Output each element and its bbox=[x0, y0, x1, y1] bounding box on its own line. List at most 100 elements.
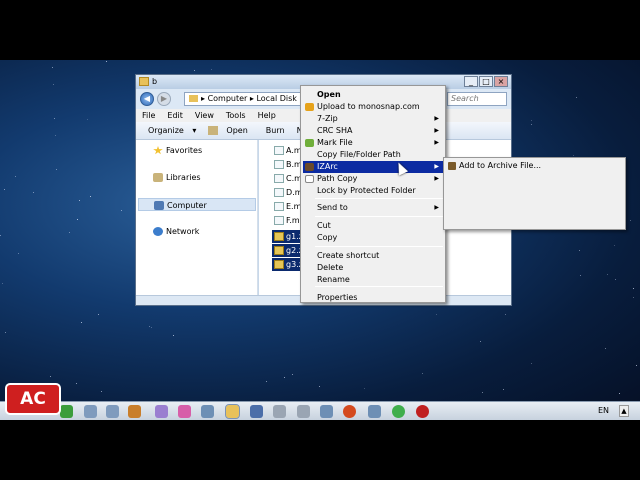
organize-button[interactable]: Organize ▾ bbox=[136, 126, 202, 135]
libraries-icon bbox=[153, 173, 163, 182]
taskbar-app-icon[interactable] bbox=[297, 405, 310, 418]
menu-edit[interactable]: Edit bbox=[161, 109, 189, 122]
context-item-label: Path Copy bbox=[317, 174, 358, 183]
menu-separator bbox=[315, 198, 443, 199]
file-item[interactable]: E.m bbox=[272, 200, 301, 213]
taskbar-app-icon[interactable] bbox=[60, 405, 73, 418]
izarc-submenu: Add to Archive File... bbox=[443, 157, 626, 230]
context-item-izarc[interactable]: IZArc ▶ bbox=[303, 161, 443, 173]
star-decoration bbox=[480, 341, 481, 342]
channel-logo: AC bbox=[5, 383, 61, 415]
file-item[interactable]: C.m bbox=[272, 172, 302, 185]
context-item-path-copy[interactable]: Path Copy ▶ bbox=[303, 173, 443, 185]
star-decoration bbox=[615, 279, 616, 280]
nav-label: Favorites bbox=[166, 146, 203, 155]
star-decoration bbox=[54, 118, 55, 119]
context-item-copy[interactable]: Copy bbox=[303, 232, 443, 244]
nav-item-favorites[interactable]: Favorites bbox=[138, 144, 256, 157]
submenu-arrow-icon: ▶ bbox=[434, 175, 439, 182]
star-decoration bbox=[576, 97, 577, 98]
context-item-send-to[interactable]: Send to ▶ bbox=[303, 202, 443, 214]
taskbar-app-icon[interactable] bbox=[84, 405, 97, 418]
star-decoration bbox=[15, 176, 16, 177]
context-item-delete[interactable]: Delete bbox=[303, 262, 443, 274]
star-decoration bbox=[81, 322, 82, 323]
menu-separator bbox=[315, 216, 443, 217]
context-item-mark-file[interactable]: Mark File ▶ bbox=[303, 137, 443, 149]
context-item-open[interactable]: Open bbox=[303, 89, 443, 101]
context-item-cut[interactable]: Cut bbox=[303, 220, 443, 232]
star-decoration bbox=[98, 314, 99, 315]
star-decoration bbox=[50, 376, 51, 377]
star-decoration bbox=[211, 69, 212, 70]
language-indicator[interactable]: EN bbox=[598, 406, 609, 415]
file-item[interactable]: A.m bbox=[272, 144, 302, 157]
media-file-icon bbox=[274, 146, 284, 155]
taskbar-app-icon[interactable] bbox=[273, 405, 286, 418]
taskbar-app-icon[interactable] bbox=[416, 405, 429, 418]
star-decoration bbox=[151, 327, 152, 328]
context-item-rename[interactable]: Rename bbox=[303, 274, 443, 286]
taskbar-app-icon[interactable] bbox=[201, 405, 214, 418]
submenu-arrow-icon: ▶ bbox=[434, 115, 439, 122]
star-decoration bbox=[5, 332, 6, 333]
media-file-icon bbox=[274, 188, 284, 197]
menu-help[interactable]: Help bbox=[252, 109, 282, 122]
organize-label: Organize bbox=[148, 126, 184, 135]
nav-item-computer[interactable]: Computer bbox=[138, 198, 256, 211]
context-item-lock-by-protected-folder[interactable]: Lock by Protected Folder bbox=[303, 185, 443, 197]
back-button[interactable]: ◀ bbox=[140, 92, 154, 106]
context-item-label: Lock by Protected Folder bbox=[317, 186, 416, 195]
context-item-label: Cut bbox=[317, 221, 331, 230]
context-item-crc-sha[interactable]: CRC SHA ▶ bbox=[303, 125, 443, 137]
forward-button[interactable]: ▶ bbox=[157, 92, 171, 106]
star-decoration bbox=[580, 275, 581, 276]
star-decoration bbox=[33, 192, 34, 193]
menu-tools[interactable]: Tools bbox=[220, 109, 252, 122]
menu-view[interactable]: View bbox=[189, 109, 220, 122]
taskbar: EN ▲ bbox=[0, 401, 640, 420]
navigation-pane: Favorites Libraries Computer Network bbox=[136, 140, 258, 295]
context-item-label: Delete bbox=[317, 263, 344, 272]
file-name: F.m bbox=[286, 216, 300, 225]
taskbar-app-icon[interactable] bbox=[178, 405, 191, 418]
open-button[interactable]: Open bbox=[202, 126, 259, 135]
izarc-icon bbox=[305, 163, 314, 171]
file-item[interactable]: D.m bbox=[272, 186, 303, 199]
context-item-create-shortcut[interactable]: Create shortcut bbox=[303, 250, 443, 262]
star-decoration bbox=[194, 70, 195, 71]
context-item-upload-to-monosnap-com[interactable]: Upload to monosnap.com bbox=[303, 101, 443, 113]
taskbar-app-icon[interactable] bbox=[343, 405, 356, 418]
taskbar-app-icon[interactable] bbox=[106, 405, 119, 418]
taskbar-app-icon[interactable] bbox=[392, 405, 405, 418]
minimize-button[interactable]: _ bbox=[464, 76, 478, 87]
window-title: b bbox=[152, 77, 158, 86]
submenu-arrow-icon: ▶ bbox=[434, 127, 439, 134]
address-input[interactable]: ▸ Computer ▸ Local Disk bbox=[184, 92, 304, 106]
close-button[interactable]: × bbox=[494, 76, 508, 87]
burn-button[interactable]: Burn bbox=[260, 126, 291, 135]
file-item[interactable]: F.m bbox=[272, 214, 300, 227]
tray-expand-icon[interactable]: ▲ bbox=[619, 405, 629, 417]
add-to-archive-item[interactable]: Add to Archive File... bbox=[446, 160, 541, 172]
nav-item-libraries[interactable]: Libraries bbox=[138, 171, 256, 184]
menu-file[interactable]: File bbox=[136, 109, 161, 122]
maximize-button[interactable]: □ bbox=[479, 76, 493, 87]
star-decoration bbox=[69, 232, 70, 233]
taskbar-app-icon[interactable] bbox=[250, 405, 263, 418]
address-segment-local-disk[interactable]: Local Disk bbox=[256, 94, 296, 103]
context-item-properties[interactable]: Properties bbox=[303, 292, 443, 304]
taskbar-app-icon[interactable] bbox=[128, 405, 141, 418]
taskbar-app-icon[interactable] bbox=[225, 404, 240, 419]
taskbar-app-icon[interactable] bbox=[320, 405, 333, 418]
file-item[interactable]: B.m bbox=[272, 158, 302, 171]
context-item-copy-file-folder-path[interactable]: Copy File/Folder Path bbox=[303, 149, 443, 161]
taskbar-app-icon[interactable] bbox=[155, 405, 168, 418]
nav-item-network[interactable]: Network bbox=[138, 225, 256, 238]
context-item-7-zip[interactable]: 7-Zip ▶ bbox=[303, 113, 443, 125]
star-decoration bbox=[579, 250, 580, 251]
taskbar-app-icon[interactable] bbox=[368, 405, 381, 418]
search-input[interactable]: Search bbox=[447, 92, 507, 106]
address-segment-computer[interactable]: Computer bbox=[208, 94, 248, 103]
mark-file-icon bbox=[305, 139, 314, 147]
